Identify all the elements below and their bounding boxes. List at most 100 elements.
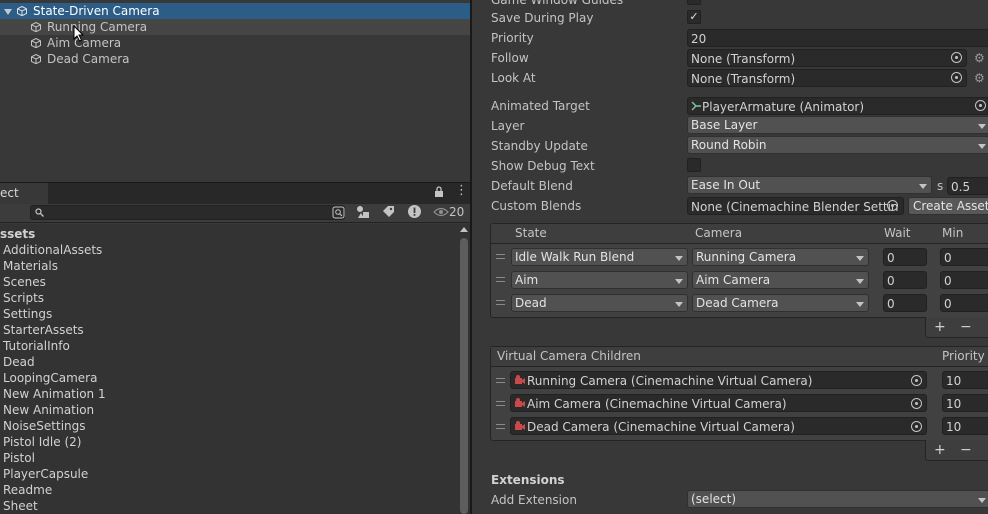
asset-item[interactable]: Dead xyxy=(3,354,35,370)
warning-icon[interactable] xyxy=(407,204,422,219)
drag-handle-icon[interactable] xyxy=(496,401,505,406)
object-picker-icon[interactable] xyxy=(951,52,962,63)
children-list-footer: + − xyxy=(925,440,988,461)
camera-dropdown[interactable]: Running Camera xyxy=(692,248,869,266)
asset-item[interactable]: StarterAssets xyxy=(3,322,84,338)
tab-label: ect xyxy=(0,186,19,200)
add-extension-dropdown[interactable]: (select) xyxy=(687,490,988,508)
child-camera-field[interactable]: Dead Camera (Cinemachine Virtual Camera) xyxy=(510,417,927,435)
child-priority-input[interactable]: 10 xyxy=(942,394,988,412)
asset-item[interactable]: Readme xyxy=(3,482,52,498)
gear-icon[interactable]: ⚙ xyxy=(974,72,985,84)
gear-icon[interactable]: ⚙ xyxy=(974,52,985,64)
look-at-value: None (Transform) xyxy=(691,72,796,86)
priority-label: Priority xyxy=(491,31,534,45)
asset-item[interactable]: Settings xyxy=(3,306,52,322)
hidden-packages-eye-icon[interactable] xyxy=(433,207,449,217)
standby-update-dropdown[interactable]: Round Robin xyxy=(687,136,988,154)
priority-input[interactable]: 20 xyxy=(687,29,988,47)
mouse-cursor-icon xyxy=(73,25,84,42)
object-picker-icon[interactable] xyxy=(911,421,922,432)
asset-item[interactable]: Sheet xyxy=(3,498,38,514)
search-by-type-icon[interactable] xyxy=(332,206,345,219)
wait-input[interactable]: 0 xyxy=(883,271,927,289)
wait-input[interactable]: 0 xyxy=(883,294,927,312)
asset-item[interactable]: New Animation xyxy=(3,402,94,418)
min-input[interactable]: 0 xyxy=(940,294,988,312)
child-priority-input[interactable]: 10 xyxy=(942,371,988,389)
asset-item[interactable]: New Animation 1 xyxy=(3,386,106,402)
custom-blends-field[interactable]: None (Cinemachine Blender Settin xyxy=(687,197,904,215)
create-asset-button[interactable]: Create Asset xyxy=(908,197,988,215)
min-input[interactable]: 0 xyxy=(940,248,988,266)
object-picker-icon[interactable] xyxy=(975,100,986,111)
wait-column-header: Wait xyxy=(884,226,911,240)
hierarchy-item-running-camera[interactable]: Running Camera xyxy=(0,19,470,35)
asset-item[interactable]: Scenes xyxy=(3,274,46,290)
child-priority-input[interactable]: 10 xyxy=(942,417,988,435)
wait-input[interactable]: 0 xyxy=(883,248,927,266)
object-picker-icon[interactable] xyxy=(911,398,922,409)
search-input[interactable] xyxy=(30,205,345,220)
asset-item[interactable]: Pistol Idle (2) xyxy=(3,434,81,450)
child-camera-field[interactable]: Aim Camera (Cinemachine Virtual Camera) xyxy=(510,394,927,412)
asset-item[interactable]: NoiseSettings xyxy=(3,418,86,434)
drag-handle-icon[interactable] xyxy=(496,300,505,305)
object-picker-icon[interactable] xyxy=(911,375,922,386)
asset-item[interactable]: LoopingCamera xyxy=(3,370,97,386)
state-dropdown[interactable]: Dead xyxy=(511,294,688,312)
layer-dropdown[interactable]: Base Layer xyxy=(687,116,988,134)
extensions-title: Extensions xyxy=(491,473,565,487)
show-debug-text-checkbox[interactable] xyxy=(687,158,701,172)
hierarchy-item-state-driven-camera[interactable]: State-Driven Camera xyxy=(0,3,470,19)
lock-icon[interactable] xyxy=(434,186,444,198)
default-blend-dropdown[interactable]: Ease In Out xyxy=(687,176,932,194)
add-child-button[interactable]: + xyxy=(934,441,946,459)
asset-item[interactable]: Pistol xyxy=(3,450,35,466)
asset-item[interactable]: TutorialInfo xyxy=(3,338,70,354)
scroll-up-arrow-icon[interactable] xyxy=(460,227,468,232)
drag-handle-icon[interactable] xyxy=(496,254,505,259)
object-picker-icon[interactable] xyxy=(951,72,962,83)
asset-item[interactable]: PlayerCapsule xyxy=(3,466,88,482)
state-dropdown[interactable]: Aim xyxy=(511,271,688,289)
child-camera-name: Dead Camera (Cinemachine Virtual Camera) xyxy=(527,420,795,434)
scrollbar-thumb[interactable] xyxy=(460,238,468,514)
animated-target-field[interactable]: PlayerArmature (Animator) xyxy=(687,97,988,115)
state-dropdown[interactable]: Idle Walk Run Blend xyxy=(511,248,688,266)
remove-child-button[interactable]: − xyxy=(960,441,972,459)
follow-field[interactable]: None (Transform) xyxy=(687,49,967,67)
tab-project[interactable]: ect xyxy=(0,183,48,204)
child-camera-name: Aim Camera (Cinemachine Virtual Camera) xyxy=(527,397,787,411)
expand-arrow-icon[interactable] xyxy=(4,9,12,15)
asset-item[interactable]: Materials xyxy=(3,258,58,274)
filter-by-type-icon[interactable] xyxy=(356,205,370,219)
drag-handle-icon[interactable] xyxy=(496,378,505,383)
child-camera-field[interactable]: Running Camera (Cinemachine Virtual Came… xyxy=(510,371,927,389)
drag-handle-icon[interactable] xyxy=(496,277,505,282)
blend-time-input[interactable]: 0.5 xyxy=(947,177,988,195)
look-at-label: Look At xyxy=(491,71,536,85)
hierarchy-item-dead-camera[interactable]: Dead Camera xyxy=(0,51,470,67)
look-at-field[interactable]: None (Transform) xyxy=(687,69,967,87)
asset-item[interactable]: Scripts xyxy=(3,290,44,306)
virtual-camera-icon xyxy=(515,375,525,384)
camera-column-header: Camera xyxy=(695,226,743,240)
save-during-play-label: Save During Play xyxy=(491,11,594,25)
camera-dropdown[interactable]: Dead Camera xyxy=(692,294,869,312)
more-options-icon[interactable]: ⋮ xyxy=(455,184,468,198)
state-column-header: State xyxy=(515,226,547,240)
save-during-play-checkbox[interactable]: ✓ xyxy=(687,10,701,24)
object-picker-icon[interactable] xyxy=(887,200,898,211)
asset-item[interactable]: AdditionalAssets xyxy=(3,242,102,258)
add-state-button[interactable]: + xyxy=(934,318,946,336)
filter-by-label-icon[interactable] xyxy=(382,205,395,218)
remove-state-button[interactable]: − xyxy=(960,318,972,336)
follow-label: Follow xyxy=(491,51,529,65)
hierarchy-item-aim-camera[interactable]: Aim Camera xyxy=(0,35,470,51)
assets-root-label[interactable]: ssets xyxy=(0,226,35,242)
camera-dropdown[interactable]: Aim Camera xyxy=(692,271,869,289)
min-input[interactable]: 0 xyxy=(940,271,988,289)
game-window-guides-checkbox[interactable] xyxy=(687,0,701,5)
drag-handle-icon[interactable] xyxy=(496,424,505,429)
